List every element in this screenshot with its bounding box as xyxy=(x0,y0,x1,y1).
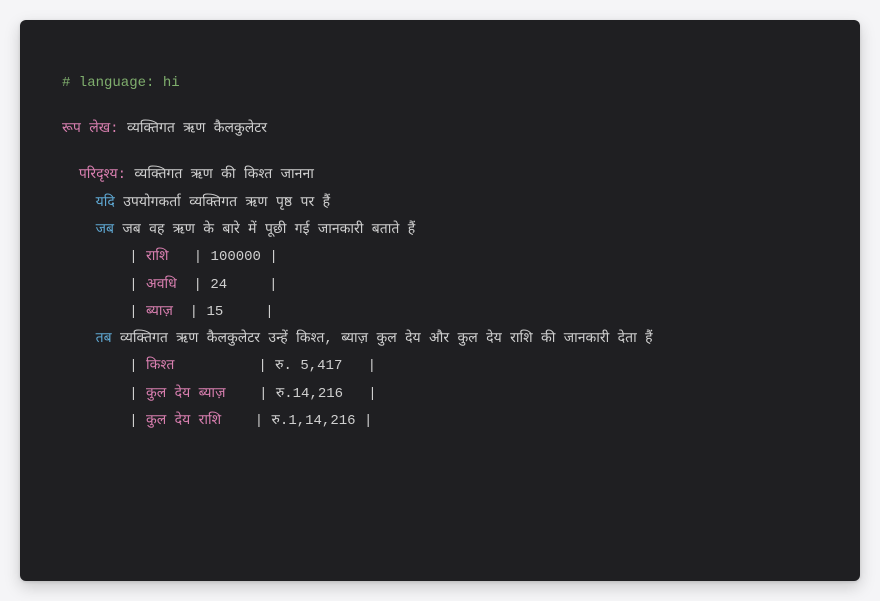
when-text: जब वह ऋण के बारे में पूछी गई जानकारी बता… xyxy=(114,222,415,238)
code-panel: # language: hi रूप लेख: व्यक्तिगत ऋण कैल… xyxy=(20,20,860,581)
table-row: | किश्त | रु. 5,417 | xyxy=(62,353,818,380)
cell-name: अवधि xyxy=(138,277,194,293)
pipe: | xyxy=(269,249,277,265)
then-text: व्यक्तिगत ऋण कैलकुलेटर उन्हें किश्त, ब्य… xyxy=(112,331,653,347)
when-step-line: जब जब वह ऋण के बारे में पूछी गई जानकारी … xyxy=(62,217,818,244)
indent xyxy=(62,195,96,211)
given-step-line: यदि उपयोगकर्ता व्यक्तिगत ऋण पृष्ठ पर हैं xyxy=(62,190,818,217)
cell-name: राशि xyxy=(138,249,194,265)
pipe: | xyxy=(129,413,137,429)
indent xyxy=(62,222,96,238)
table-row: | ब्याज़ | 15 | xyxy=(62,299,818,326)
language-comment-line: # language: hi xyxy=(62,70,818,97)
cell-value: 100000 xyxy=(202,249,269,265)
pipe: | xyxy=(129,358,137,374)
indent xyxy=(62,413,129,429)
cell-value: 24 xyxy=(202,277,269,293)
cell-value: रु. 5,417 xyxy=(267,358,368,374)
indent xyxy=(62,249,129,265)
pipe: | xyxy=(129,277,137,293)
feature-keyword: रूप लेख: xyxy=(62,121,119,137)
feature-title: व्यक्तिगत ऋण कैलकुलेटर xyxy=(119,121,267,137)
indent xyxy=(62,167,79,183)
pipe: | xyxy=(368,358,376,374)
pipe: | xyxy=(190,304,198,320)
pipe: | xyxy=(194,249,202,265)
cell-name: कुल देय राशि xyxy=(138,413,255,429)
scenario-keyword: परिदृश्य: xyxy=(79,167,126,183)
scenario-title: व्यक्तिगत ऋण की किश्त जानना xyxy=(126,167,314,183)
given-text: उपयोगकर्ता व्यक्तिगत ऋण पृष्ठ पर हैं xyxy=(115,195,330,211)
pipe: | xyxy=(258,358,266,374)
cell-name: ब्याज़ xyxy=(138,304,190,320)
blank-line xyxy=(62,97,818,116)
pipe: | xyxy=(368,386,376,402)
table-row: | कुल देय ब्याज़ | रु.14,216 | xyxy=(62,381,818,408)
pipe: | xyxy=(129,249,137,265)
then-keyword: तब xyxy=(96,331,112,347)
pipe: | xyxy=(255,413,263,429)
language-comment: # language: hi xyxy=(62,75,180,91)
cell-name: कुल देय ब्याज़ xyxy=(138,386,259,402)
pipe: | xyxy=(129,386,137,402)
cell-name: किश्त xyxy=(138,358,259,374)
given-keyword: यदि xyxy=(96,195,115,211)
cell-value: 15 xyxy=(198,304,265,320)
feature-line: रूप लेख: व्यक्तिगत ऋण कैलकुलेटर xyxy=(62,116,818,143)
pipe: | xyxy=(364,413,372,429)
cell-value: रु.1,14,216 xyxy=(263,413,364,429)
indent xyxy=(62,277,129,293)
pipe: | xyxy=(129,304,137,320)
table-row: | राशि | 100000 | xyxy=(62,244,818,271)
indent xyxy=(62,304,129,320)
pipe: | xyxy=(265,304,273,320)
pipe: | xyxy=(269,277,277,293)
table-row: | अवधि | 24 | xyxy=(62,272,818,299)
table-row: | कुल देय राशि | रु.1,14,216 | xyxy=(62,408,818,435)
blank-line xyxy=(62,143,818,162)
cell-value: रु.14,216 xyxy=(267,386,368,402)
indent xyxy=(62,331,96,347)
scenario-line: परिदृश्य: व्यक्तिगत ऋण की किश्त जानना xyxy=(62,162,818,189)
pipe: | xyxy=(194,277,202,293)
then-step-line: तब व्यक्तिगत ऋण कैलकुलेटर उन्हें किश्त, … xyxy=(62,326,818,353)
when-keyword: जब xyxy=(96,222,114,238)
indent xyxy=(62,358,129,374)
indent xyxy=(62,386,129,402)
